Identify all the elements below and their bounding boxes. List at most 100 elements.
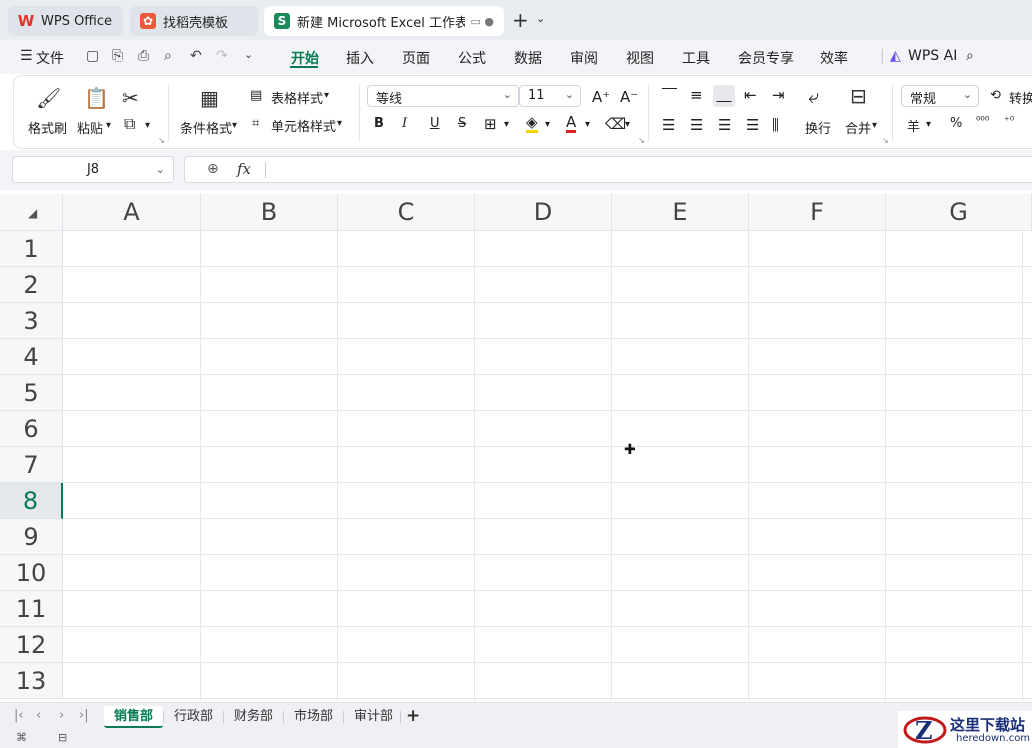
- column-header-d[interactable]: D: [475, 194, 612, 231]
- formula-input[interactable]: ⊕ fx: [184, 156, 1032, 183]
- strikethrough-button[interactable]: S: [458, 116, 466, 131]
- menu-review[interactable]: 审阅: [570, 48, 598, 68]
- menu-wps-ai[interactable]: WPS AI: [908, 48, 957, 64]
- conditional-format-button[interactable]: 条件格式: [180, 118, 232, 137]
- menu-file[interactable]: 文件: [36, 48, 64, 68]
- cell-style-button[interactable]: 单元格样式: [271, 116, 336, 135]
- chevron-down-icon[interactable]: ▾: [926, 119, 931, 130]
- row-header-10[interactable]: 10: [0, 555, 63, 591]
- justify-icon[interactable]: ☰: [746, 116, 759, 134]
- row-header-12[interactable]: 12: [0, 627, 63, 663]
- table-style-button[interactable]: 表格样式: [271, 88, 323, 107]
- row-header-2[interactable]: 2: [0, 267, 63, 303]
- print-icon[interactable]: ⎙: [138, 48, 149, 64]
- chevron-down-icon[interactable]: ▾: [504, 119, 509, 130]
- chevron-down-icon[interactable]: ▾: [872, 120, 877, 131]
- row-header-5[interactable]: 5: [0, 375, 63, 411]
- align-center-icon[interactable]: ☰: [690, 116, 703, 134]
- sheet-tab-admin[interactable]: 行政部: [164, 706, 223, 728]
- decimal-icon[interactable]: ⁺⁰: [1004, 114, 1014, 127]
- print-preview-icon[interactable]: ⌕: [164, 48, 172, 64]
- sheet-tab-marketing[interactable]: 市场部: [284, 706, 343, 728]
- menu-member[interactable]: 会员专享: [738, 48, 794, 68]
- row-header-1[interactable]: 1: [0, 231, 63, 267]
- expand-icon[interactable]: ↘: [638, 136, 645, 145]
- menu-formula[interactable]: 公式: [458, 48, 486, 68]
- add-sheet-icon[interactable]: +: [406, 706, 420, 726]
- row-header-13[interactable]: 13: [0, 663, 63, 699]
- column-header-e[interactable]: E: [612, 194, 749, 231]
- next-sheet-icon[interactable]: ›: [59, 708, 64, 723]
- export-icon[interactable]: ⎘: [112, 48, 123, 64]
- fill-color-icon[interactable]: ◈: [526, 114, 538, 133]
- align-top-icon[interactable]: ⎺: [662, 86, 677, 104]
- last-sheet-icon[interactable]: ›|: [79, 708, 89, 723]
- increase-font-icon[interactable]: A⁺: [592, 88, 610, 106]
- distribute-icon[interactable]: ⫼: [772, 116, 779, 134]
- chevron-down-icon[interactable]: ▾: [324, 90, 329, 101]
- chevron-down-icon[interactable]: ▾: [625, 119, 630, 130]
- paste-button[interactable]: 粘贴: [77, 118, 103, 137]
- align-right-icon[interactable]: ☰: [718, 116, 731, 134]
- chevron-down-icon[interactable]: ▾: [232, 120, 237, 131]
- column-header-c[interactable]: C: [338, 194, 475, 231]
- merge-cells-button[interactable]: 合并: [845, 118, 871, 137]
- row-header-6[interactable]: 6: [0, 411, 63, 447]
- format-painter-button[interactable]: 格式刷: [28, 118, 67, 137]
- cut-icon[interactable]: ✂: [122, 86, 139, 110]
- column-header-b[interactable]: B: [201, 194, 338, 231]
- align-middle-icon[interactable]: ≡: [690, 86, 703, 104]
- chevron-down-icon[interactable]: ▾: [145, 120, 150, 131]
- chevron-down-icon[interactable]: ▾: [545, 119, 550, 130]
- copy-icon[interactable]: ⧉: [124, 114, 135, 134]
- sheet-tab-audit[interactable]: 审计部: [344, 706, 403, 728]
- menu-data[interactable]: 数据: [514, 48, 542, 68]
- chevron-down-icon[interactable]: ⌄: [536, 12, 545, 25]
- column-header-a[interactable]: A: [63, 194, 201, 231]
- chevron-down-icon[interactable]: ▾: [106, 120, 111, 131]
- tab-wps-office[interactable]: W WPS Office: [8, 6, 123, 36]
- underline-button[interactable]: U: [430, 116, 440, 131]
- wrap-text-button[interactable]: 换行: [805, 118, 831, 137]
- expand-icon[interactable]: ↘: [158, 136, 165, 145]
- font-color-icon[interactable]: A: [566, 114, 577, 133]
- first-sheet-icon[interactable]: |‹: [14, 708, 24, 723]
- undo-icon[interactable]: ↶: [190, 48, 202, 64]
- row-header-11[interactable]: 11: [0, 591, 63, 627]
- prev-sheet-icon[interactable]: ‹: [36, 708, 41, 723]
- percent-button[interactable]: %: [950, 116, 962, 131]
- search-icon[interactable]: ⌕: [966, 48, 974, 64]
- row-header-3[interactable]: 3: [0, 303, 63, 339]
- menu-insert[interactable]: 插入: [346, 48, 374, 68]
- align-left-icon[interactable]: ☰: [662, 116, 675, 134]
- sheet-layout-icon[interactable]: ⊟: [58, 731, 67, 744]
- chevron-down-icon[interactable]: ▾: [337, 118, 342, 129]
- currency-button[interactable]: 羊: [907, 116, 920, 135]
- menu-tools[interactable]: 工具: [682, 48, 710, 68]
- menu-page[interactable]: 页面: [402, 48, 430, 68]
- expand-icon[interactable]: ↘: [882, 136, 889, 145]
- tab-excel-workbook[interactable]: S 新建 Microsoft Excel 工作表 ▭ ●: [264, 6, 504, 36]
- indent-increase-icon[interactable]: ⇥: [772, 86, 785, 104]
- fx-icon[interactable]: fx: [237, 160, 251, 178]
- menu-home[interactable]: 开始: [291, 48, 319, 68]
- border-icon[interactable]: ⊞: [484, 115, 497, 133]
- zoom-icon[interactable]: ⊕: [207, 161, 219, 177]
- hamburger-icon[interactable]: ☰: [20, 48, 33, 64]
- spreadsheet-grid[interactable]: ◢ A B C D E F G 1 2 3 4 5 6 7 8 9 10 11 …: [0, 194, 1032, 701]
- decrease-font-icon[interactable]: A⁻: [620, 88, 638, 106]
- chevron-down-icon[interactable]: ▾: [585, 119, 590, 130]
- row-header-8[interactable]: 8: [0, 483, 63, 519]
- tab-docer-templates[interactable]: ✿ 找稻壳模板: [130, 6, 258, 36]
- menu-efficiency[interactable]: 效率: [820, 48, 848, 68]
- sheet-tab-sales[interactable]: 销售部: [104, 706, 164, 728]
- font-size-select[interactable]: 11 ⌄: [519, 85, 581, 107]
- align-bottom-icon[interactable]: ⎽: [713, 85, 735, 107]
- save-icon[interactable]: ▢: [86, 48, 99, 64]
- sheet-tab-finance[interactable]: 财务部: [224, 706, 283, 728]
- row-header-9[interactable]: 9: [0, 519, 63, 555]
- row-header-4[interactable]: 4: [0, 339, 63, 375]
- new-tab-icon[interactable]: +: [512, 8, 529, 32]
- convert-button[interactable]: 转换: [1009, 88, 1032, 107]
- font-name-select[interactable]: 等线 ⌄: [367, 85, 519, 107]
